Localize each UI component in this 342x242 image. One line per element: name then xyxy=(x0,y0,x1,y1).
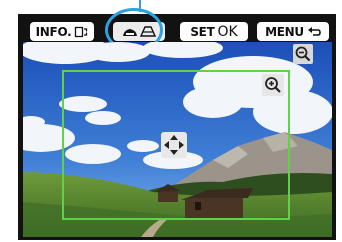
set-ok-button[interactable]: SET OK xyxy=(180,22,248,41)
menu-label: MENU xyxy=(265,24,304,39)
return-arrow-icon xyxy=(307,26,321,36)
info-label: INFO. xyxy=(35,24,72,39)
move-frame-icon xyxy=(164,135,184,155)
zoom-in-button[interactable] xyxy=(262,74,284,96)
set-label: SET xyxy=(190,24,215,39)
zoom-out-button[interactable] xyxy=(293,44,313,64)
move-frame-button[interactable] xyxy=(161,132,187,158)
zoom-out-icon xyxy=(295,46,311,62)
ok-label: OK xyxy=(217,23,238,40)
trim-rotate-icon xyxy=(75,26,88,37)
info-button[interactable]: INFO. xyxy=(30,22,94,41)
zoom-in-icon xyxy=(265,77,281,93)
menu-back-button[interactable]: MENU xyxy=(257,22,329,41)
